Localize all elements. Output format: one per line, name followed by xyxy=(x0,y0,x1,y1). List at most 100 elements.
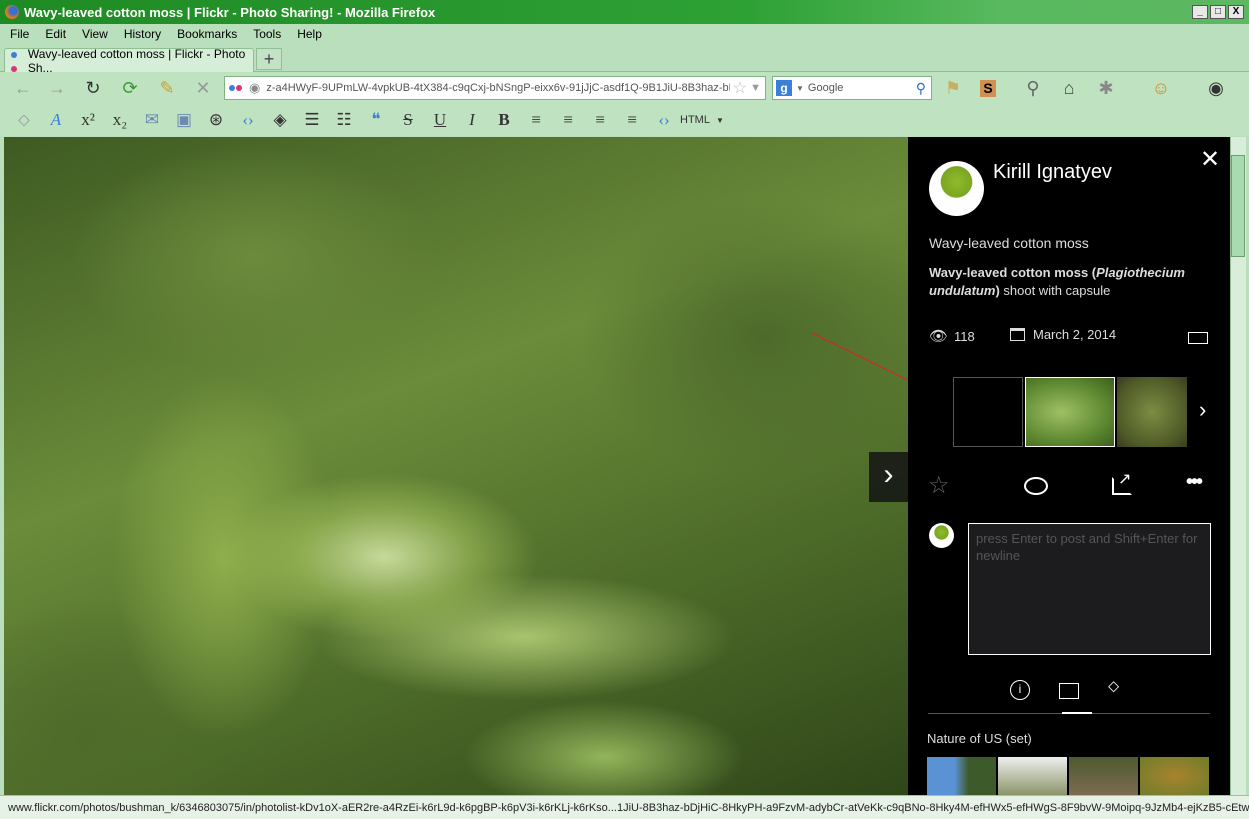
html-dropdown-icon[interactable]: ▼ xyxy=(710,116,730,125)
italic-icon[interactable]: I xyxy=(456,110,488,130)
code-icon[interactable]: ‹› xyxy=(232,110,264,130)
favorite-star-icon[interactable]: ☆ xyxy=(928,471,950,500)
window-title-bar: Wavy-leaved cotton moss | Flickr - Photo… xyxy=(0,0,1249,24)
justify-icon[interactable]: ≡ xyxy=(520,110,552,130)
set-title[interactable]: Nature of US (set) xyxy=(927,731,1032,746)
comment-icon[interactable] xyxy=(1024,477,1048,495)
menu-help[interactable]: Help xyxy=(297,27,322,41)
author-name[interactable]: Kirill Ignatyev xyxy=(993,161,1112,184)
url-text: z-a4HWyF-9UPmLW-4vpkUB-4tX384-c9qCxj-bNS… xyxy=(266,82,730,94)
flickr-favicon xyxy=(229,82,243,94)
status-url: www.flickr.com/photos/bushman_k/63468030… xyxy=(8,801,1249,814)
unlock-icon[interactable] xyxy=(1188,332,1208,344)
photostream-thumb-next[interactable] xyxy=(1117,377,1187,447)
minimize-button[interactable]: _ xyxy=(1192,5,1208,19)
quote-icon[interactable]: ❝ xyxy=(360,110,392,130)
html-code-icon[interactable]: ‹› xyxy=(648,110,680,130)
stop-icon[interactable]: ✕ xyxy=(192,78,214,99)
photostream-thumb-current[interactable] xyxy=(1025,377,1115,447)
underline-icon[interactable]: U xyxy=(424,110,456,130)
color-wheel-icon[interactable]: ◉ xyxy=(1205,78,1227,99)
mask-icon[interactable]: ⚑ xyxy=(942,78,964,99)
strikethrough-icon[interactable]: S xyxy=(392,110,424,130)
set-thumb[interactable] xyxy=(1140,757,1209,795)
menu-history[interactable]: History xyxy=(124,27,161,41)
format-toolbar: ⬦ A x² x₂ ✉ ▣ ⊛ ‹› ◈ ☰ ☷ ❝ S U I B ≡ ≡ ≡… xyxy=(0,104,1249,136)
more-options-icon[interactable]: ••• xyxy=(1186,471,1203,494)
next-photo-button[interactable]: › xyxy=(869,452,908,502)
url-bar[interactable]: ◉ z-a4HWyF-9UPmLW-4vpkUB-4tX384-c9qCxj-b… xyxy=(224,76,766,100)
home-icon[interactable]: ⌂ xyxy=(1058,78,1080,99)
menu-bar: File Edit View History Bookmarks Tools H… xyxy=(0,24,1249,44)
scrollbar-thumb[interactable] xyxy=(1231,155,1245,257)
green-refresh-icon[interactable]: ⟳ xyxy=(119,78,141,99)
flickr-favicon xyxy=(11,47,24,75)
author-avatar[interactable] xyxy=(929,161,984,216)
photostream-thumb-empty[interactable] xyxy=(953,377,1023,447)
highlight-icon[interactable]: ◈ xyxy=(264,110,296,130)
set-thumb[interactable] xyxy=(998,757,1067,795)
edit-note-icon[interactable]: ✎ xyxy=(156,78,178,99)
google-icon[interactable]: g xyxy=(776,80,792,96)
maximize-button[interactable]: □ xyxy=(1210,5,1226,19)
zoom-icon[interactable]: ⚲ xyxy=(1022,78,1044,99)
search-bar[interactable]: g ▼ Google ⚲ xyxy=(772,76,932,100)
comment-input[interactable]: press Enter to post and Shift+Enter for … xyxy=(968,523,1211,655)
close-icon[interactable]: ✕ xyxy=(1200,145,1220,174)
tab-label: Wavy-leaved cotton moss | Flickr - Photo… xyxy=(27,46,246,75)
photo-description: Wavy-leaved cotton moss (Plagiothecium u… xyxy=(929,264,1219,300)
globe-icon: ◉ xyxy=(249,80,261,95)
image-icon[interactable]: ▣ xyxy=(168,110,200,130)
date-taken: March 2, 2014 xyxy=(1033,327,1117,342)
desc-bold: Wavy-leaved cotton moss ( xyxy=(929,265,1097,280)
firefox-icon xyxy=(5,5,19,19)
menu-bookmarks[interactable]: Bookmarks xyxy=(177,27,237,41)
menu-tools[interactable]: Tools xyxy=(253,27,281,41)
forward-icon[interactable]: → xyxy=(46,78,68,99)
set-thumb[interactable] xyxy=(1069,757,1138,795)
reload-icon[interactable]: ↻ xyxy=(82,78,104,99)
link-icon[interactable]: ⊛ xyxy=(200,110,232,130)
new-tab-button[interactable]: + xyxy=(256,48,282,70)
active-tab-indicator xyxy=(1062,712,1092,714)
s-addon-icon[interactable]: S xyxy=(980,80,996,97)
search-icon[interactable]: ⚲ xyxy=(916,80,926,97)
numbered-list-icon[interactable]: ☷ xyxy=(328,110,360,130)
photo-title: Wavy-leaved cotton moss xyxy=(929,235,1089,251)
bug-icon[interactable]: ✱ xyxy=(1095,78,1117,99)
back-icon[interactable]: ← xyxy=(12,78,34,99)
monkey-icon[interactable]: ☺ xyxy=(1150,78,1172,99)
window-title: Wavy-leaved cotton moss | Flickr - Photo… xyxy=(24,4,436,20)
menu-edit[interactable]: Edit xyxy=(45,27,66,41)
tags-tab-icon[interactable]: ⬦ xyxy=(1108,678,1119,696)
tag-icon[interactable]: ⬦ xyxy=(8,110,40,130)
subscript-icon[interactable]: x₂ xyxy=(104,110,136,130)
superscript-icon[interactable]: x² xyxy=(72,110,104,130)
bold-icon[interactable]: B xyxy=(488,110,520,130)
close-window-button[interactable]: X xyxy=(1228,5,1244,19)
menu-view[interactable]: View xyxy=(82,27,108,41)
search-input[interactable]: Google xyxy=(808,82,916,94)
engine-dropdown-icon[interactable]: ▼ xyxy=(796,84,804,93)
thumbs-next-chevron-icon[interactable]: › xyxy=(1199,397,1206,423)
browser-tab[interactable]: Wavy-leaved cotton moss | Flickr - Photo… xyxy=(4,46,254,75)
align-left-icon[interactable]: ≡ xyxy=(552,110,584,130)
share-icon[interactable]: ↗ xyxy=(1112,471,1132,495)
status-bar: www.flickr.com/photos/bushman_k/63468030… xyxy=(0,795,1249,819)
align-center-icon[interactable]: ≡ xyxy=(616,110,648,130)
html-button[interactable]: HTML xyxy=(680,114,710,126)
url-dropdown-icon[interactable]: ▼ xyxy=(750,82,761,94)
align-right-icon[interactable]: ≡ xyxy=(584,110,616,130)
set-thumb[interactable] xyxy=(927,757,996,795)
email-icon[interactable]: ✉ xyxy=(136,110,168,130)
view-count: 118 xyxy=(954,328,975,344)
info-tab-icon[interactable]: i xyxy=(1010,680,1030,700)
commenter-avatar xyxy=(929,523,954,548)
albums-tab-icon[interactable] xyxy=(1059,683,1079,699)
font-style-icon[interactable]: A xyxy=(40,110,72,130)
bookmark-star-icon[interactable]: ☆ xyxy=(733,78,747,98)
menu-file[interactable]: File xyxy=(10,27,29,41)
bullet-list-icon[interactable]: ☰ xyxy=(296,110,328,130)
main-photo xyxy=(4,137,908,795)
desc-rest: shoot with capsule xyxy=(999,283,1111,298)
